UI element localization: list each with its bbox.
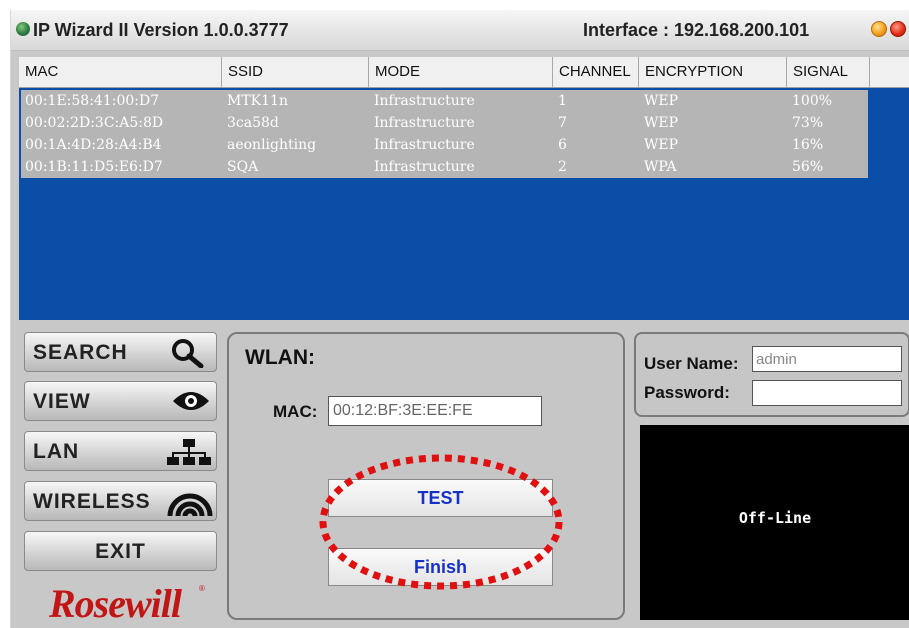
column-header-mac[interactable]: MAC [19,57,222,87]
row-mode: Infrastructure [374,93,475,109]
row-mode: Infrastructure [374,115,475,131]
row-signal: 73% [792,115,824,131]
column-header-encryption[interactable]: ENCRYPTION [639,57,787,87]
row-mac: 00:02:2D:3C:A5:8D [25,115,164,131]
column-header-ssid[interactable]: SSID [222,57,369,87]
row-encryption: WEP [644,115,679,131]
row-ssid: SQA [227,159,259,175]
password-label: Password: [644,383,730,402]
username-label: User Name: [644,354,739,373]
mac-label: MAC: [273,402,318,421]
row-signal: 56% [792,159,824,175]
wireless-button[interactable]: WIRELESS [24,481,217,521]
network-list[interactable]: MAC SSID MODE CHANNEL ENCRYPTION SIGNAL … [19,57,909,320]
password-field[interactable] [752,380,902,406]
wlan-panel: WLAN: MAC: TEST Finish [227,332,625,620]
status-display: Off-Line [640,425,909,620]
row-channel: 7 [558,115,567,131]
magnifier-icon [172,339,204,368]
registered-mark-icon: ® [199,584,205,593]
row-encryption: WEP [644,137,679,153]
test-button[interactable]: TEST [328,479,553,517]
exit-button-label: EXIT [95,540,146,563]
row-ssid: 3ca58d [227,115,279,131]
column-header-channel[interactable]: CHANNEL [553,57,639,87]
finish-button[interactable]: Finish [328,548,553,586]
column-header-spacer [870,57,909,87]
mac-field[interactable] [328,396,542,426]
interface-address: Interface : 192.168.200.101 [583,20,810,40]
row-mac: 00:1B:11:D5:E6:D7 [25,159,163,175]
wlan-title: WLAN: [245,346,315,369]
search-button-label: SEARCH [33,341,128,364]
column-header-mode[interactable]: MODE [369,57,553,87]
view-button[interactable]: VIEW [24,381,217,421]
row-ssid: MTK11n [227,93,288,109]
wireless-button-label: WIRELESS [33,490,151,513]
row-mac: 00:1E:58:41:00:D7 [25,93,160,109]
wifi-arcs-icon [167,493,213,517]
view-button-label: VIEW [33,390,91,413]
network-tree-icon [167,439,211,465]
lan-button-label: LAN [33,440,80,463]
row-encryption: WEP [644,93,679,109]
row-channel: 6 [558,137,567,153]
username-field[interactable] [752,346,902,372]
row-mac: 00:1A:4D:28:A4:B4 [25,137,162,153]
login-panel: User Name: Password: [634,332,909,417]
table-row[interactable]: 00:1E:58:41:00:D7 MTK11n Infrastructure … [21,90,868,112]
close-button[interactable] [890,21,906,37]
row-channel: 1 [558,93,567,109]
network-rows: 00:1E:58:41:00:D7 MTK11n Infrastructure … [21,90,868,178]
app-globe-icon [16,22,30,36]
title-bar: IP Wizard II Version 1.0.0.3777 Interfac… [11,10,909,51]
minimize-button[interactable] [871,21,887,37]
status-text: Off-Line [738,509,812,527]
table-row[interactable]: 00:1A:4D:28:A4:B4 aeonlighting Infrastru… [21,134,868,156]
ip-wizard-window: IP Wizard II Version 1.0.0.3777 Interfac… [10,10,909,628]
network-list-header: MAC SSID MODE CHANNEL ENCRYPTION SIGNAL [19,57,909,88]
row-channel: 2 [558,159,567,175]
row-mode: Infrastructure [374,137,475,153]
row-signal: 100% [792,93,833,109]
row-signal: 16% [792,137,824,153]
column-header-signal[interactable]: SIGNAL [787,57,870,87]
search-button[interactable]: SEARCH [24,332,217,372]
row-encryption: WPA [644,159,677,175]
row-mode: Infrastructure [374,159,475,175]
window-title: IP Wizard II Version 1.0.0.3777 [33,20,289,40]
table-row[interactable]: 00:02:2D:3C:A5:8D 3ca58d Infrastructure … [21,112,868,134]
rosewill-logo: Rosewill [49,581,182,626]
lan-button[interactable]: LAN [24,431,217,471]
exit-button[interactable]: EXIT [24,531,217,571]
table-row[interactable]: 00:1B:11:D5:E6:D7 SQA Infrastructure 2 W… [21,156,868,178]
row-ssid: aeonlighting [227,137,317,153]
eye-icon [173,392,209,410]
